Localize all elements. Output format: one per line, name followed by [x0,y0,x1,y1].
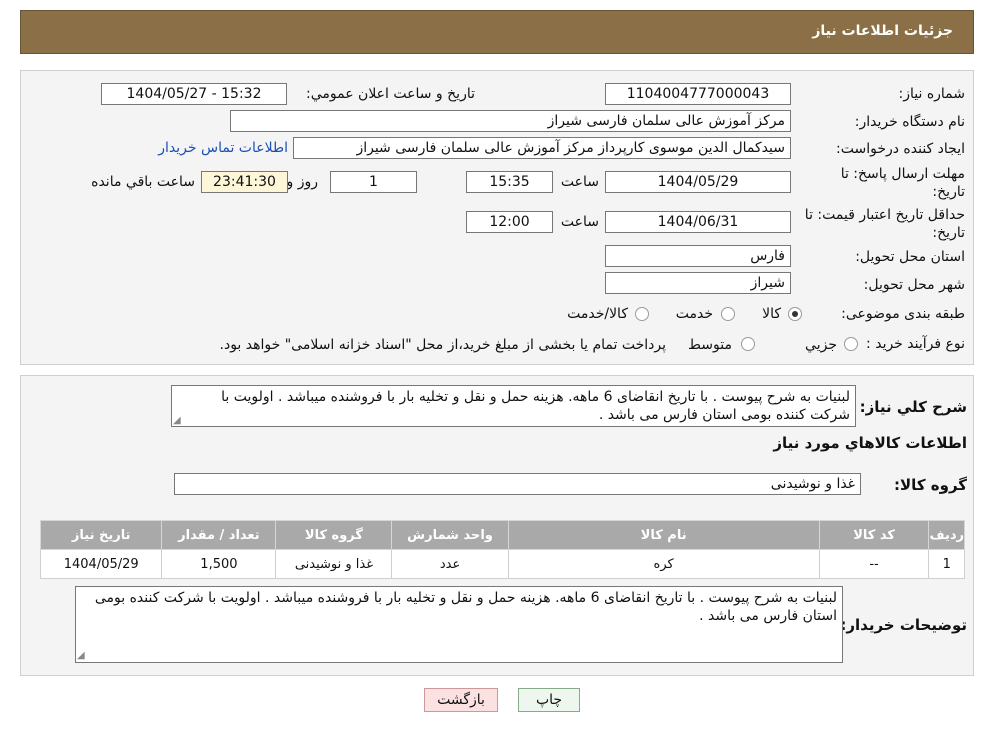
province-label: استان محل تحویل: [855,249,965,265]
category-option-goods: کالا [762,306,781,322]
price-validity-time-label: ساعت [560,214,599,230]
description-text: لبنیات به شرح پیوست . با تاریخ انقاضای 6… [221,389,850,423]
city-label: شهر محل تحویل: [863,277,965,293]
cell-quantity: 1,500 [161,549,277,579]
reply-deadline-label-2: تاریخ: [932,184,965,200]
col-header-quantity: تعداد / مقدار [161,520,277,550]
category-radio-goods-service[interactable] [635,307,649,321]
resize-grip-icon[interactable]: ◢ [173,416,183,426]
col-header-row-no: ردیف [928,520,965,550]
col-header-code: کد کالا [818,520,930,550]
reply-time-field: 15:35 [466,171,553,193]
goods-group-field: غذا و نوشیدنی [174,473,861,495]
cell-row-no: 1 [928,549,965,579]
province-field: فارس [605,245,791,267]
need-number-label: شماره نیاز: [898,86,966,102]
cell-code: -- [818,549,930,579]
page-header: جزئیات اطلاعات نیاز [20,10,974,54]
page-title: جزئیات اطلاعات نیاز [812,23,953,39]
buyer-notes-text: لبنیات به شرح پیوست . با تاریخ انقاضای 6… [94,590,837,624]
col-header-name: نام کالا [507,520,820,550]
goods-table: ردیف کد کالا نام کالا واحد شمارش گروه کا… [39,520,965,579]
category-radio-service[interactable] [721,307,735,321]
cell-name: کره [507,549,820,579]
category-label: طبقه بندی موضوعی: [841,306,965,322]
cell-unit: عدد [391,549,509,579]
resize-grip-icon[interactable]: ◢ [77,651,87,661]
print-button[interactable]: چاپ [518,688,580,712]
col-header-group: گروه کالا [275,520,393,550]
remaining-time-label: ساعت باقي مانده [91,174,195,190]
buyer-notes-textarea[interactable]: لبنیات به شرح پیوست . با تاریخ انقاضای 6… [75,586,843,663]
days-label: روز و [286,174,319,190]
price-validity-label: حداقل تاریخ اعتبار قیمت: تا [804,207,965,223]
days-field: 1 [330,171,417,193]
buyer-org-field: مرکز آموزش عالی سلمان فارسی شیراز [230,110,791,132]
category-option-service: خدمت [675,306,713,322]
purchase-type-option-small: جزیي [805,337,837,353]
buyer-org-label: نام دستگاه خریدار: [854,114,965,130]
back-button[interactable]: بازگشت [424,688,498,712]
col-header-need-date: تاریخ نیاز [39,520,163,550]
reply-time-label: ساعت [560,174,599,190]
cell-need-date: 1404/05/29 [39,549,163,579]
description-label: شرح کلي نیاز: [859,398,967,416]
price-validity-label-2: تاریخ: [932,225,965,241]
reply-date-field: 1404/05/29 [605,171,791,193]
reply-deadline-label: مهلت ارسال پاسخ: تا [840,166,965,182]
table-row: 1 -- کره عدد غذا و نوشیدنی 1,500 1404/05… [39,549,965,579]
purchase-type-radio-small[interactable] [844,337,858,351]
requester-field: سیدکمال الدین موسوی کارپرداز مرکز آموزش … [293,137,791,159]
purchase-type-label: نوع فرآیند خرید : [866,336,965,352]
description-textarea[interactable]: لبنیات به شرح پیوست . با تاریخ انقاضای 6… [171,385,856,427]
buyer-notes-label: توضیحات خریدار: [840,616,967,634]
col-header-unit: واحد شمارش [391,520,509,550]
announce-datetime-field: 1404/05/27 - 15:32 [101,83,287,105]
category-option-goods-service: کالا/خدمت [567,306,628,322]
buyer-contact-link[interactable]: اطلاعات تماس خریدار [158,140,288,156]
purchase-type-radio-medium[interactable] [741,337,755,351]
purchase-type-option-medium: متوسط [688,337,732,353]
goods-section-title: اطلاعات کالاهاي مورد نیاز [773,434,967,452]
requester-label: ایجاد کننده درخواست: [836,141,965,157]
goods-group-label: گروه کالا: [894,476,967,494]
treasury-note: پرداخت تمام یا بخشی از مبلغ خرید،از محل … [219,337,666,353]
city-field: شیراز [605,272,791,294]
category-radio-goods[interactable] [788,307,802,321]
announce-datetime-label: تاریخ و ساعت اعلان عمومي: [306,86,475,102]
need-number-field: 1104004777000043 [605,83,791,105]
cell-group: غذا و نوشیدنی [275,549,393,579]
remaining-time-field: 23:41:30 [201,171,288,193]
price-validity-time-field: 12:00 [466,211,553,233]
table-header-row: ردیف کد کالا نام کالا واحد شمارش گروه کا… [39,520,965,550]
price-validity-date-field: 1404/06/31 [605,211,791,233]
